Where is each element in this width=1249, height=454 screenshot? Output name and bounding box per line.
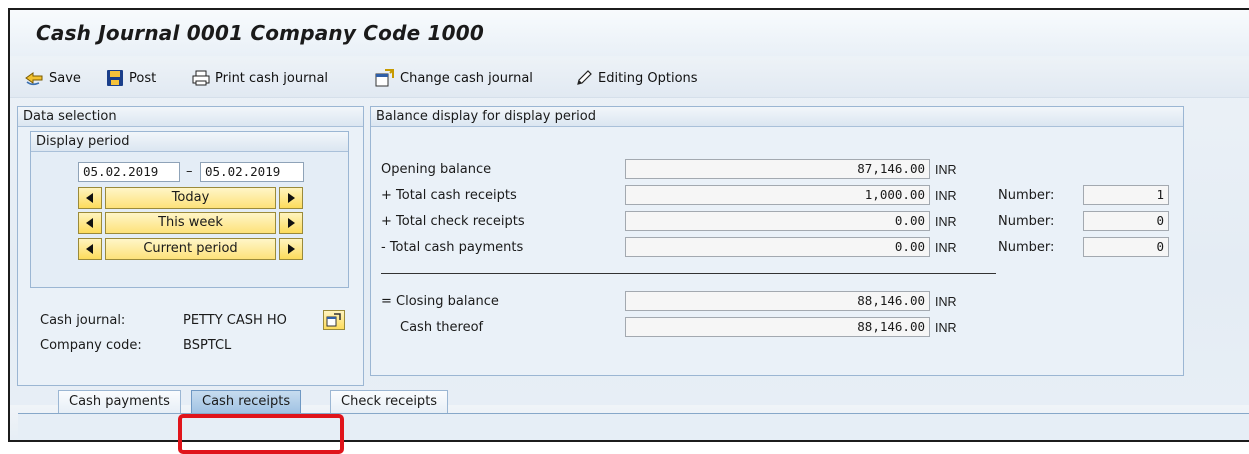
cash-journal-label: Cash journal: xyxy=(40,313,126,328)
post-button[interactable]: Post xyxy=(106,66,156,90)
balance-label: - Total cash payments xyxy=(381,240,524,255)
balance-label: Opening balance xyxy=(381,162,492,177)
currency-label: INR xyxy=(935,215,957,229)
floppy-icon xyxy=(106,69,124,87)
period-dash: – xyxy=(186,164,193,179)
balance-value: 1,000.00 xyxy=(625,185,930,205)
tab-cash-payments[interactable]: Cash payments xyxy=(58,390,181,414)
totals-divider xyxy=(381,273,996,274)
data-selection-heading: Data selection xyxy=(18,107,363,127)
closing-balance-value: 88,146.00 xyxy=(625,291,930,311)
pencil-icon xyxy=(575,69,593,87)
balance-value: 87,146.00 xyxy=(625,159,930,179)
today-next-button[interactable] xyxy=(279,187,303,209)
save-button[interactable]: Save xyxy=(24,66,81,90)
current-period-button[interactable]: Current period xyxy=(105,238,276,260)
period-next-button[interactable] xyxy=(279,238,303,260)
week-next-button[interactable] xyxy=(279,212,303,234)
arrow-left-icon xyxy=(86,218,93,228)
number-value: 0 xyxy=(1083,237,1169,257)
sap-window: Cash Journal 0001 Company Code 1000 Save… xyxy=(8,8,1249,442)
company-code-label: Company code: xyxy=(40,338,142,353)
tab-check-receipts[interactable]: Check receipts xyxy=(330,390,449,414)
highlight-box xyxy=(178,414,344,454)
editing-options-button[interactable]: Editing Options xyxy=(575,66,698,90)
period-prev-button[interactable] xyxy=(78,238,102,260)
period-from-field[interactable]: 05.02.2019 xyxy=(78,162,180,182)
closing-balance-label: = Closing balance xyxy=(381,294,499,309)
arrow-left-icon xyxy=(86,193,93,203)
window-title: Cash Journal 0001 Company Code 1000 xyxy=(36,21,484,45)
post-label: Post xyxy=(129,70,157,86)
balance-value: 0.00 xyxy=(625,237,930,257)
cash-journal-value: PETTY CASH HO xyxy=(183,313,287,328)
printer-icon xyxy=(192,70,210,86)
change-cash-journal-button[interactable]: Change cash journal xyxy=(375,66,533,90)
change-label: Change cash journal xyxy=(400,70,533,86)
switch-cash-journal-button[interactable] xyxy=(323,310,345,330)
currency-label: INR xyxy=(935,295,957,309)
currency-label: INR xyxy=(935,241,957,255)
display-period-heading: Display period xyxy=(31,132,348,152)
display-period-group: Display period 05.02.2019 – 05.02.2019 T… xyxy=(30,131,349,288)
balance-panel: Balance display for display period Openi… xyxy=(370,106,1184,376)
balance-value: 0.00 xyxy=(625,211,930,231)
editing-label: Editing Options xyxy=(598,70,698,86)
balance-label: + Total cash receipts xyxy=(381,188,517,203)
number-value: 0 xyxy=(1083,211,1169,231)
number-label: Number: xyxy=(998,240,1055,255)
currency-label: INR xyxy=(935,321,957,335)
save-label: Save xyxy=(49,70,81,86)
number-label: Number: xyxy=(998,188,1055,203)
today-prev-button[interactable] xyxy=(78,187,102,209)
cash-thereof-label: Cash thereof xyxy=(400,320,484,335)
title-bar: Cash Journal 0001 Company Code 1000 xyxy=(10,10,1249,56)
data-selection-panel: Data selection Display period 05.02.2019… xyxy=(17,106,364,386)
week-prev-button[interactable] xyxy=(78,212,102,234)
change-journal-icon xyxy=(326,313,341,327)
change-journal-icon xyxy=(375,69,395,87)
application-toolbar: Save Post Print cash journal Change cash… xyxy=(10,58,1249,98)
balance-label: + Total check receipts xyxy=(381,214,525,229)
arrow-right-icon xyxy=(288,218,295,228)
currency-label: INR xyxy=(935,189,957,203)
currency-label: INR xyxy=(935,163,957,177)
this-week-button[interactable]: This week xyxy=(105,212,276,234)
print-cash-journal-button[interactable]: Print cash journal xyxy=(192,66,328,90)
arrow-left-icon xyxy=(86,244,93,254)
print-label: Print cash journal xyxy=(215,70,329,86)
tab-cash-receipts[interactable]: Cash receipts xyxy=(191,390,302,414)
company-code-value: BSPTCL xyxy=(183,338,232,353)
save-icon xyxy=(24,70,44,86)
today-button[interactable]: Today xyxy=(105,187,276,209)
balance-heading: Balance display for display period xyxy=(371,107,1183,127)
cash-thereof-value: 88,146.00 xyxy=(625,317,930,337)
number-value: 1 xyxy=(1083,185,1169,205)
arrow-right-icon xyxy=(288,193,295,203)
period-to-field[interactable]: 05.02.2019 xyxy=(200,162,304,182)
number-label: Number: xyxy=(998,214,1055,229)
arrow-right-icon xyxy=(288,244,295,254)
